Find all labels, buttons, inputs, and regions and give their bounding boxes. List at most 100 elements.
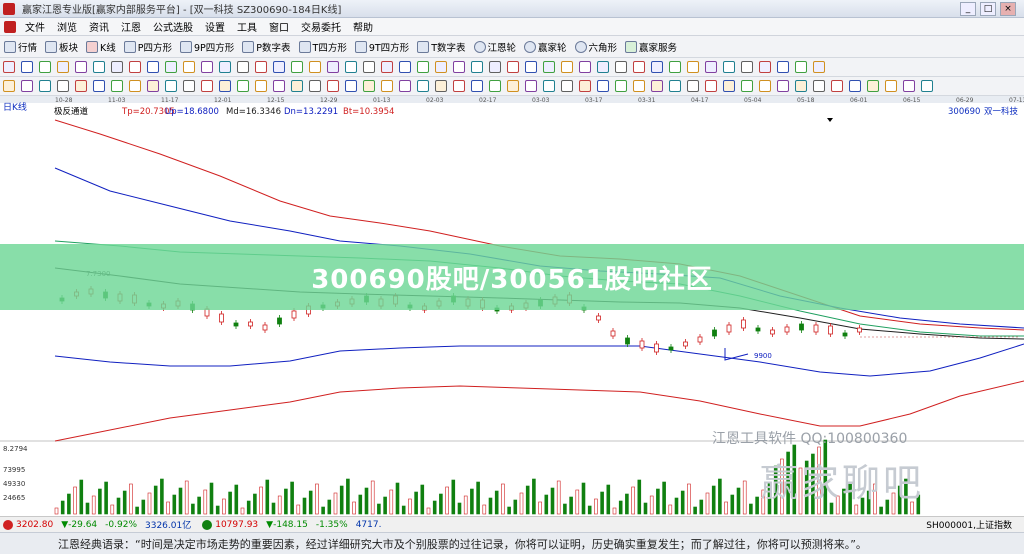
toolbar-service-button[interactable]: 赢家服务 (625, 40, 677, 54)
chart-tool-icon[interactable] (453, 80, 465, 92)
drawing-tool-icon[interactable] (453, 61, 465, 73)
chart-tool-icon[interactable] (831, 80, 843, 92)
toolbar-p-square-button[interactable]: P四方形 (123, 40, 172, 54)
chart-tool-icon[interactable] (57, 80, 69, 92)
chart-tool-icon[interactable] (669, 80, 681, 92)
chart-tool-icon[interactable] (723, 80, 735, 92)
chart-tool-icon[interactable] (147, 80, 159, 92)
menu-item-help[interactable]: 帮助 (347, 19, 379, 34)
chart-tool-icon[interactable] (579, 80, 591, 92)
chart-tool-icon[interactable] (435, 80, 447, 92)
chart-tool-icon[interactable] (309, 80, 321, 92)
drawing-tool-icon[interactable] (111, 61, 123, 73)
chart-tool-icon[interactable] (363, 80, 375, 92)
drawing-tool-icon[interactable] (399, 61, 411, 73)
chart-tool-icon[interactable] (291, 80, 303, 92)
drawing-tool-icon[interactable] (759, 61, 771, 73)
menu-item-formula[interactable]: 公式选股 (147, 19, 199, 34)
toolbar-p-table-button[interactable]: P数字表 (242, 40, 291, 54)
chart-tool-icon[interactable] (201, 80, 213, 92)
chart-tool-icon[interactable] (417, 80, 429, 92)
drawing-tool-icon[interactable] (597, 61, 609, 73)
drawing-tool-icon[interactable] (3, 61, 15, 73)
chart-tool-icon[interactable] (705, 80, 717, 92)
chart-tool-icon[interactable] (615, 80, 627, 92)
drawing-tool-icon[interactable] (291, 61, 303, 73)
chart-tool-icon[interactable] (165, 80, 177, 92)
drawing-tool-icon[interactable] (579, 61, 591, 73)
toolbar-hexagon-button[interactable]: 六角形 (574, 40, 617, 54)
chart-tool-icon[interactable] (39, 80, 51, 92)
app-menu-icon[interactable] (4, 20, 16, 33)
chart-tool-icon[interactable] (885, 80, 897, 92)
drawing-tool-icon[interactable] (615, 61, 627, 73)
chart-tool-icon[interactable] (921, 80, 933, 92)
chart-tool-icon[interactable] (759, 80, 771, 92)
menu-item-file[interactable]: 文件 (19, 19, 51, 34)
chart-tool-icon[interactable] (597, 80, 609, 92)
drawing-tool-icon[interactable] (669, 61, 681, 73)
drawing-tool-icon[interactable] (813, 61, 825, 73)
drawing-tool-icon[interactable] (777, 61, 789, 73)
chart-tool-icon[interactable] (237, 80, 249, 92)
drawing-tool-icon[interactable] (363, 61, 375, 73)
chart-tool-icon[interactable] (543, 80, 555, 92)
chart-tool-icon[interactable] (687, 80, 699, 92)
drawing-tool-icon[interactable] (219, 61, 231, 73)
chart-tool-icon[interactable] (129, 80, 141, 92)
drawing-tool-icon[interactable] (381, 61, 393, 73)
menu-item-info[interactable]: 资讯 (83, 19, 115, 34)
drawing-tool-icon[interactable] (525, 61, 537, 73)
chart-tool-icon[interactable] (381, 80, 393, 92)
menu-item-settings[interactable]: 设置 (199, 19, 231, 34)
drawing-tool-icon[interactable] (327, 61, 339, 73)
chart-tool-icon[interactable] (633, 80, 645, 92)
maximize-button[interactable]: □ (980, 2, 996, 16)
drawing-tool-icon[interactable] (255, 61, 267, 73)
chart-tool-icon[interactable] (471, 80, 483, 92)
chart-tool-icon[interactable] (255, 80, 267, 92)
drawing-tool-icon[interactable] (21, 61, 33, 73)
chart-tool-icon[interactable] (561, 80, 573, 92)
menu-item-browse[interactable]: 浏览 (51, 19, 83, 34)
drawing-tool-icon[interactable] (561, 61, 573, 73)
chart-tool-icon[interactable] (489, 80, 501, 92)
toolbar-t-square-button[interactable]: T四方形 (298, 40, 347, 54)
chart-tool-icon[interactable] (21, 80, 33, 92)
drawing-tool-icon[interactable] (39, 61, 51, 73)
chart-tool-icon[interactable] (741, 80, 753, 92)
drawing-tool-icon[interactable] (165, 61, 177, 73)
chart-tool-icon[interactable] (111, 80, 123, 92)
drawing-tool-icon[interactable] (489, 61, 501, 73)
drawing-tool-icon[interactable] (309, 61, 321, 73)
drawing-tool-icon[interactable] (147, 61, 159, 73)
toolbar-quote-button[interactable]: 行情 (4, 40, 37, 54)
close-button[interactable]: × (1000, 2, 1016, 16)
chart-tool-icon[interactable] (867, 80, 879, 92)
drawing-tool-icon[interactable] (507, 61, 519, 73)
drawing-tool-icon[interactable] (471, 61, 483, 73)
chart-tool-icon[interactable] (795, 80, 807, 92)
chart-tool-icon[interactable] (399, 80, 411, 92)
drawing-tool-icon[interactable] (543, 61, 555, 73)
toolbar-kline-button[interactable]: K线 (86, 40, 116, 54)
menu-item-trade[interactable]: 交易委托 (295, 19, 347, 34)
drawing-tool-icon[interactable] (687, 61, 699, 73)
drawing-tool-icon[interactable] (705, 61, 717, 73)
drawing-tool-icon[interactable] (435, 61, 447, 73)
chart-tool-icon[interactable] (813, 80, 825, 92)
chart-tool-icon[interactable] (849, 80, 861, 92)
drawing-tool-icon[interactable] (795, 61, 807, 73)
chart-tool-icon[interactable] (75, 80, 87, 92)
toolbar-9t-square-button[interactable]: 9T四方形 (354, 40, 409, 54)
drawing-tool-icon[interactable] (201, 61, 213, 73)
drawing-tool-icon[interactable] (93, 61, 105, 73)
menu-item-tools[interactable]: 工具 (231, 19, 263, 34)
minimize-button[interactable]: _ (960, 2, 976, 16)
drawing-tool-icon[interactable] (129, 61, 141, 73)
chart-tool-icon[interactable] (651, 80, 663, 92)
toolbar-gann-wheel-button[interactable]: 江恩轮 (473, 40, 516, 54)
chart-tool-icon[interactable] (525, 80, 537, 92)
chart-tool-icon[interactable] (219, 80, 231, 92)
toolbar-9p-square-button[interactable]: 9P四方形 (180, 40, 234, 54)
